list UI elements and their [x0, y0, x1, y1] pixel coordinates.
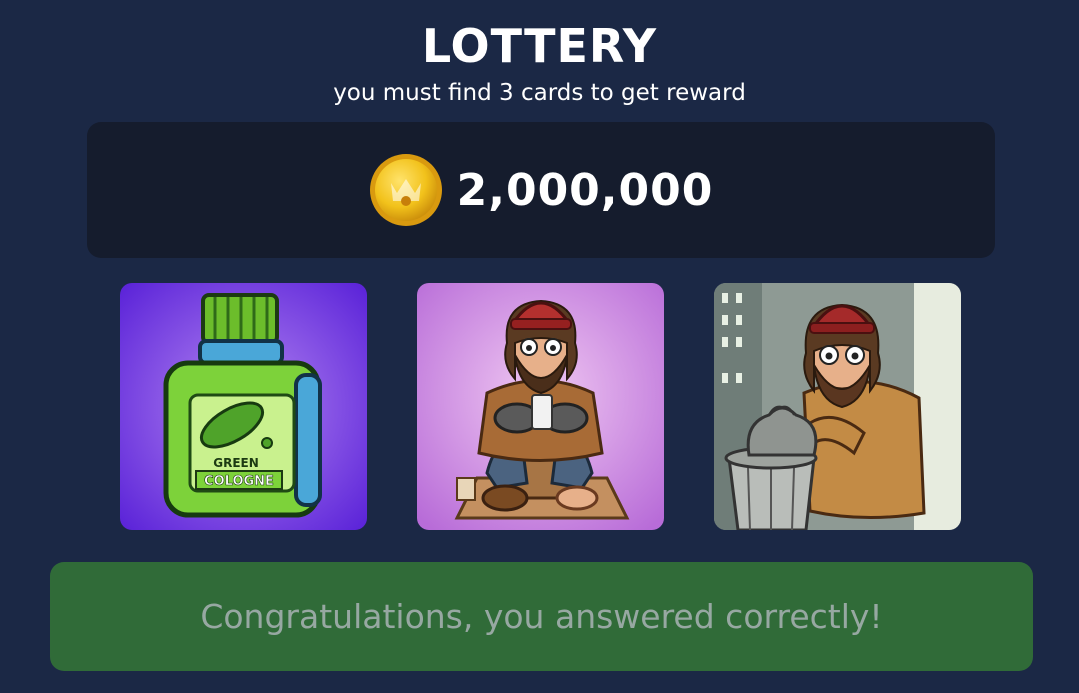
cologne-bottle-image: GREEN COLOGNE [120, 283, 367, 530]
reward-panel: 2,000,000 [87, 122, 995, 258]
gold-coin-icon [369, 154, 442, 226]
cologne-label-line1: GREEN [213, 456, 259, 470]
page-title: LOTTERY [421, 19, 658, 73]
result-banner: Congratulations, you answered correctly! [50, 562, 1033, 671]
homeless-man-trash-image [714, 283, 961, 530]
card-homeless-man-phone[interactable] [417, 283, 664, 530]
reward-amount: 2,000,000 [456, 164, 714, 216]
page-subtitle: you must find 3 cards to get reward [333, 80, 746, 106]
result-message: Congratulations, you answered correctly! [200, 597, 883, 636]
cologne-label-line2: COLOGNE [204, 474, 274, 489]
card-green-cologne[interactable]: GREEN COLOGNE [120, 283, 367, 530]
card-homeless-man-trash[interactable] [714, 283, 961, 530]
homeless-man-phone-image [417, 283, 664, 530]
